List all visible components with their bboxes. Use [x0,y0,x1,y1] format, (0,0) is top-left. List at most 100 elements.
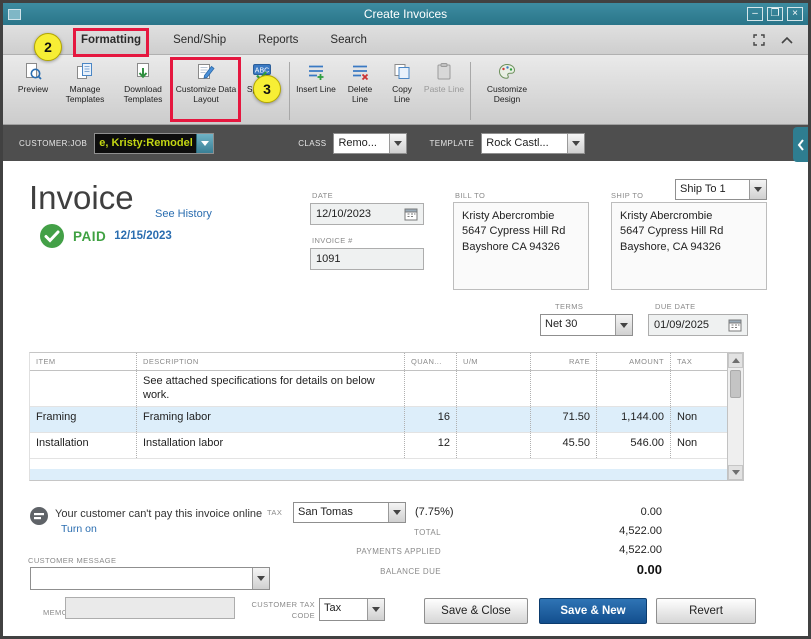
table-row[interactable]: See attached specifications for details … [30,371,743,407]
invoice-number-field[interactable]: 1091 [310,248,424,270]
customize-data-layout-icon [198,64,215,79]
cell-rate[interactable]: 71.50 [530,406,596,432]
download-templates-icon [137,63,149,79]
maximize-button[interactable]: ❐ [767,7,783,21]
terms-dropdown-icon[interactable] [615,315,632,335]
total-value: 4,522.00 [619,525,662,537]
revert-button[interactable]: Revert [656,598,756,624]
table-scrollbar[interactable] [727,353,743,480]
class-dropdown-icon[interactable] [389,133,407,153]
history-panel-collapse-tab[interactable] [793,127,808,162]
cell-rate[interactable]: 45.50 [530,432,596,458]
table-row[interactable]: Installation Installation labor 12 45.50… [30,432,743,459]
cell-um[interactable] [456,406,530,432]
cell-tax[interactable] [670,371,727,406]
cell-um[interactable] [456,371,530,406]
cell-quantity[interactable] [404,371,456,406]
tax-rate: (7.75%) [415,506,454,518]
cell-quantity[interactable]: 16 [404,406,456,432]
save-and-new-button[interactable]: Save & New [539,598,647,624]
turn-on-link[interactable]: Turn on [61,523,97,535]
customer-job-dropdown-icon[interactable] [196,133,214,153]
ship-to-dropdown-icon[interactable] [749,180,766,199]
window-icon [8,8,21,20]
collapse-ribbon-chevron-icon[interactable] [780,34,794,46]
online-payment-text: Your customer can't pay this invoice onl… [55,508,263,520]
customer-job-value: e, Kristy:Remodel [95,133,197,153]
copy-line-button[interactable]: Copy Line [382,60,422,106]
ship-to-select[interactable]: Ship To 1 [675,179,767,200]
tax-dropdown-icon[interactable] [388,503,405,522]
due-date-field[interactable]: 01/09/2025 [648,314,748,336]
tax-select[interactable]: San Tomas [293,502,406,523]
expand-window-icon[interactable] [752,33,766,47]
download-templates-button[interactable]: Download Templates [113,60,173,106]
paste-line-button[interactable]: Paste Line [422,60,466,96]
customer-tax-code-dropdown-icon[interactable] [367,599,384,620]
invoice-number-label: INVOICE # [312,236,353,245]
insert-line-button[interactable]: Insert Line [294,60,338,96]
scroll-up-icon[interactable] [728,353,743,368]
ship-to-box[interactable]: Kristy Abercrombie 5647 Cypress Hill Rd … [611,202,767,290]
save-and-close-button[interactable]: Save & Close [424,598,528,624]
tab-formatting[interactable]: Formatting [79,30,143,50]
payments-applied-value: 4,522.00 [619,544,662,556]
minimize-button[interactable]: – [747,7,763,21]
customize-design-button[interactable]: Customize Design [475,60,539,106]
class-select[interactable]: Remo... [333,132,408,154]
delete-line-button[interactable]: Delete Line [338,60,382,106]
calendar-icon[interactable] [728,318,742,332]
cell-tax[interactable]: Non [670,406,727,432]
cell-amount[interactable]: 1,144.00 [596,406,670,432]
cell-description[interactable]: Installation labor [136,432,404,458]
toolbar-separator [289,62,290,120]
customer-job-select[interactable]: e, Kristy:Remodel [94,132,215,154]
memo-input[interactable] [65,597,235,619]
cell-tax[interactable]: Non [670,432,727,458]
download-templates-label: Download Templates [123,84,163,105]
cell-item[interactable]: Framing [30,407,136,432]
template-select[interactable]: Rock Castl... [481,132,586,154]
tab-search[interactable]: Search [328,30,368,50]
customize-data-layout-button[interactable]: Customize Data Layout [173,60,239,106]
ship-to-line3: Bayshore, CA 94326 [620,240,721,253]
table-empty-row-highlight[interactable] [30,469,727,480]
customer-message-value [31,568,252,589]
bill-to-box[interactable]: Kristy Abercrombie 5647 Cypress Hill Rd … [453,202,589,290]
scroll-down-icon[interactable] [728,465,743,480]
cell-item[interactable]: Installation [30,433,136,458]
customer-tax-code-select[interactable]: Tax [319,598,385,621]
date-field[interactable]: 12/10/2023 [310,203,424,225]
see-history-link[interactable]: See History [155,208,212,220]
customer-message-dropdown-icon[interactable] [252,568,269,589]
customer-message-select[interactable] [30,567,270,590]
cell-um[interactable] [456,432,530,458]
terms-select[interactable]: Net 30 [540,314,633,336]
cell-rate[interactable] [530,371,596,406]
cell-item[interactable] [30,371,136,406]
cell-amount[interactable]: 546.00 [596,432,670,458]
paid-check-icon [40,224,64,248]
customer-tax-code-value: Tax [324,602,342,614]
customer-job-label: CUSTOMER:JOB [19,138,88,148]
table-row[interactable]: Framing Framing labor 16 71.50 1,144.00 … [30,406,743,433]
customize-data-layout-label: Customize Data Layout [175,84,237,105]
scrollbar-thumb[interactable] [730,370,741,398]
calendar-icon[interactable] [404,207,418,221]
manage-templates-button[interactable]: Manage Templates [57,60,113,106]
close-button[interactable]: × [787,7,803,21]
copy-line-icon [394,64,410,79]
customer-bar: CUSTOMER:JOB e, Kristy:Remodel CLASS Rem… [3,125,808,161]
customize-design-label: Customize Design [486,84,528,105]
invoice-form: Invoice See History PAID 12/15/2023 DATE… [3,161,808,636]
bill-to-line3: Bayshore CA 94326 [462,240,560,253]
cell-quantity[interactable]: 12 [404,432,456,458]
cell-amount[interactable] [596,371,670,406]
preview-button[interactable]: Preview [9,60,57,96]
tab-send-ship[interactable]: Send/Ship [171,30,228,50]
total-label: TOTAL [413,528,441,537]
cell-description[interactable]: See attached specifications for details … [136,371,404,406]
tab-reports[interactable]: Reports [256,30,300,50]
template-dropdown-icon[interactable] [567,133,585,153]
cell-description[interactable]: Framing labor [136,406,404,432]
